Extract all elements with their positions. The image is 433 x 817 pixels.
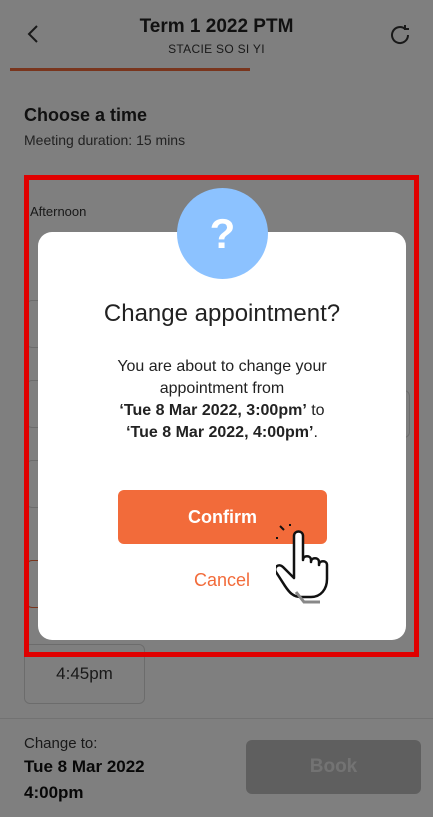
to-word: to <box>306 402 325 419</box>
dialog-message-line2: appointment from <box>159 380 285 397</box>
app-screen: Term 1 2022 PTM STACIE SO SI YI Choose a… <box>0 0 433 817</box>
dialog-message-line1: You are about to change your <box>117 358 327 375</box>
question-mark-icon: ? <box>177 188 268 279</box>
dialog-title: Change appointment? <box>103 300 341 327</box>
dialog-message: You are about to change your appointment… <box>58 356 386 444</box>
to-appointment: ‘Tue 8 Mar 2022, 4:00pm’ <box>126 424 314 441</box>
cancel-button[interactable]: Cancel <box>38 570 406 591</box>
from-appointment: ‘Tue 8 Mar 2022, 3:00pm’ <box>119 402 307 419</box>
hand-pointer-icon <box>276 524 329 604</box>
period: . <box>313 424 318 441</box>
